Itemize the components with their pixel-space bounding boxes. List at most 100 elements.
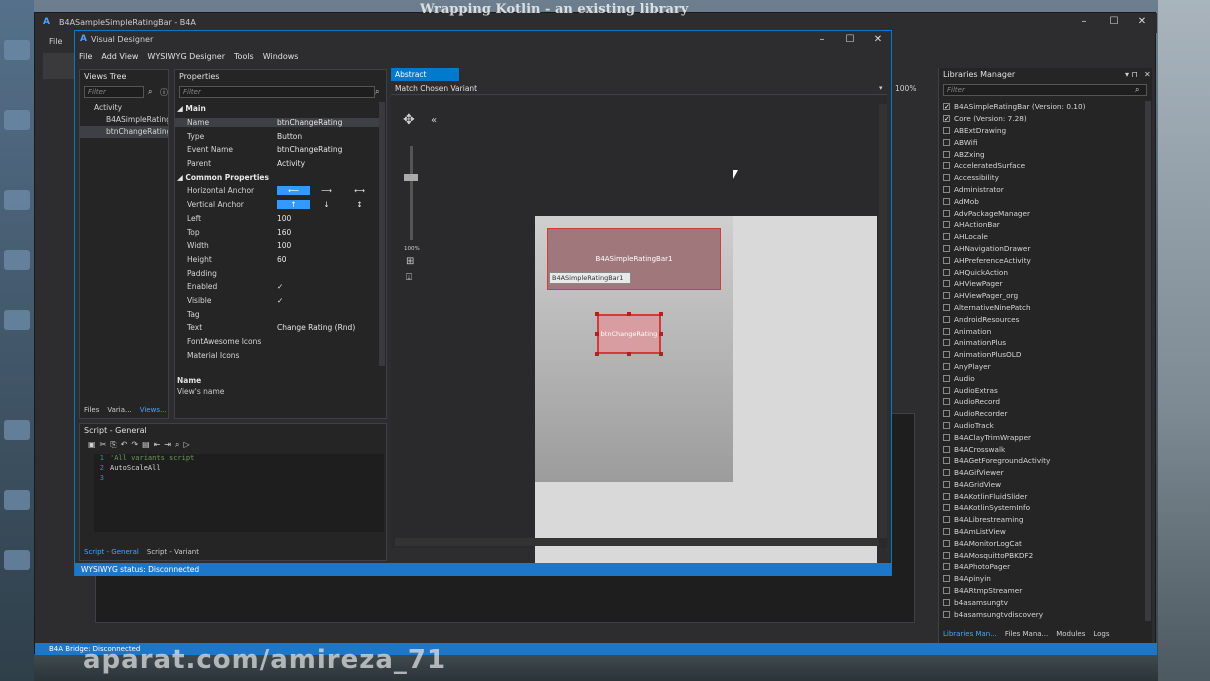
bottom-pane-tab[interactable]: Modules [1056, 630, 1085, 638]
close-pane-icon[interactable]: ✕ [1144, 70, 1151, 79]
search-icon[interactable]: ⌕ [1135, 85, 1139, 95]
resize-handle[interactable] [627, 312, 631, 316]
maximize-icon[interactable]: ☐ [1107, 16, 1121, 28]
library-item[interactable]: B4AClayTrimWrapper [943, 431, 1143, 443]
views-tab[interactable]: Files [84, 406, 99, 414]
library-checkbox[interactable] [943, 362, 950, 370]
library-item[interactable]: AHNavigationDrawer [943, 243, 1143, 255]
bottom-pane-tab[interactable]: Files Mana... [1005, 630, 1048, 638]
canvas-horizontal-scrollbar[interactable] [395, 538, 879, 546]
library-item[interactable]: AHViewPager_org [943, 290, 1143, 302]
library-checkbox[interactable] [943, 610, 950, 618]
library-checkbox[interactable] [943, 563, 950, 571]
property-row[interactable]: Height 60 [175, 253, 379, 267]
library-item[interactable]: AudioRecord [943, 396, 1143, 408]
library-checkbox[interactable] [943, 433, 950, 441]
abstract-designer-tab[interactable]: Abstract Designer [391, 68, 459, 92]
toolbar-icon[interactable]: ⇥ [164, 440, 171, 450]
properties-scrollbar[interactable] [379, 102, 385, 366]
zoom-slider[interactable] [410, 146, 413, 240]
library-item[interactable]: B4AGridView [943, 479, 1143, 491]
property-row[interactable]: Material Icons [175, 348, 379, 362]
desktop-shortcut-icon[interactable] [4, 250, 30, 270]
visual-designer-titlebar[interactable]: A Visual Designer – ☐ ✕ [75, 31, 891, 49]
library-item[interactable]: B4AKotlinSystemInfo [943, 502, 1143, 514]
library-item[interactable]: AdvPackageManager [943, 207, 1143, 219]
property-row[interactable]: Width 100 [175, 239, 379, 253]
library-checkbox[interactable] [943, 575, 950, 583]
library-checkbox[interactable] [943, 197, 950, 205]
property-row[interactable]: ◢ Main [175, 102, 379, 116]
menu-item[interactable]: Add View [101, 52, 138, 64]
close-icon[interactable]: ✕ [1135, 16, 1149, 28]
resize-handle[interactable] [659, 352, 663, 356]
library-checkbox[interactable] [943, 598, 950, 606]
bottom-pane-tab[interactable]: Libraries Man... [943, 630, 997, 638]
library-item[interactable]: AudioExtras [943, 384, 1143, 396]
library-item[interactable]: Audio [943, 372, 1143, 384]
libraries-filter-input[interactable]: Filter [943, 84, 1147, 96]
property-row[interactable]: Left 100 [175, 212, 379, 226]
library-checkbox[interactable] [943, 327, 950, 335]
library-checkbox[interactable] [943, 504, 950, 512]
library-item[interactable]: B4AMonitorLogCat [943, 537, 1143, 549]
library-checkbox[interactable] [943, 528, 950, 536]
menu-item[interactable]: WYSIWYG Designer [147, 52, 225, 64]
property-value[interactable]: 60 [273, 255, 379, 264]
library-checkbox[interactable] [943, 480, 950, 488]
editor-zoom[interactable]: 100% [895, 84, 916, 93]
library-item[interactable]: B4AKotlinFluidSlider [943, 490, 1143, 502]
search-icon[interactable]: ⌕ [148, 87, 152, 97]
toolbar-icon[interactable]: ⎘ [110, 440, 116, 450]
library-checkbox[interactable] [943, 150, 950, 158]
library-item[interactable]: AnimationPlus [943, 337, 1143, 349]
tree-item[interactable]: B4ASimpleRatingBar1 [80, 114, 168, 126]
library-item[interactable]: AHQuickAction [943, 266, 1143, 278]
library-item[interactable]: B4APhotoPager [943, 561, 1143, 573]
tree-item[interactable]: btnChangeRating [80, 126, 168, 138]
library-item[interactable]: B4AGetForegroundActivity [943, 455, 1143, 467]
script-tab[interactable]: Script - General [84, 548, 139, 556]
minimize-icon[interactable]: – [1077, 16, 1091, 28]
property-row[interactable]: Tag [175, 307, 379, 321]
property-row[interactable]: Name btnChangeRating [175, 116, 379, 130]
variant-select[interactable]: Match Chosen Variant [391, 83, 887, 95]
property-row[interactable]: Parent Activity [175, 157, 379, 171]
pin-icon[interactable]: ▾ ⊓ [1125, 70, 1138, 79]
library-checkbox[interactable] [943, 457, 950, 465]
property-value[interactable]: 100 [273, 241, 379, 250]
resize-handle[interactable] [595, 332, 599, 336]
tree-item[interactable]: Activity [80, 102, 168, 114]
library-checkbox[interactable] [943, 138, 950, 146]
library-item[interactable]: AnimationPlusOLD [943, 349, 1143, 361]
designer-canvas[interactable]: ✥ « 100% ⊞ ⍗ B4ASimpleRatingBar1 B4ASimp… [391, 96, 887, 574]
library-checkbox[interactable]: ✓ [943, 103, 950, 111]
library-checkbox[interactable] [943, 492, 950, 500]
resize-handle[interactable] [595, 312, 599, 316]
library-item[interactable]: b4asamsungtvdiscovery [943, 608, 1143, 620]
library-item[interactable]: AudioTrack [943, 420, 1143, 432]
property-row[interactable]: ◢ Common Properties [175, 170, 379, 184]
toolbar-icon[interactable]: ↷ [131, 440, 138, 450]
library-checkbox[interactable] [943, 174, 950, 182]
bottom-pane-tab[interactable]: Logs [1093, 630, 1109, 638]
library-checkbox[interactable] [943, 256, 950, 264]
properties-filter-input[interactable]: Filter [179, 86, 375, 98]
property-value[interactable]: 160 [273, 228, 379, 237]
collapse-icon[interactable]: « [431, 115, 437, 126]
script-tab[interactable]: Script - Variant [147, 548, 199, 556]
search-icon[interactable]: ⌕ [375, 87, 379, 97]
anchor-option-icon[interactable]: ⟶ [310, 186, 343, 195]
views-tab[interactable]: Views... [140, 406, 167, 414]
close-icon[interactable]: ✕ [871, 34, 885, 46]
library-checkbox[interactable] [943, 445, 950, 453]
library-item[interactable]: Animation [943, 325, 1143, 337]
property-row[interactable]: Horizontal Anchor ⟵ ⟶ ⟷ [175, 184, 379, 198]
library-item[interactable]: B4AGifViewer [943, 467, 1143, 479]
library-checkbox[interactable] [943, 315, 950, 323]
library-checkbox[interactable] [943, 292, 950, 300]
library-checkbox[interactable] [943, 469, 950, 477]
desktop-shortcut-icon[interactable] [4, 310, 30, 330]
ide-menu-file[interactable]: File [49, 37, 62, 46]
desktop-shortcut-icon[interactable] [4, 40, 30, 60]
